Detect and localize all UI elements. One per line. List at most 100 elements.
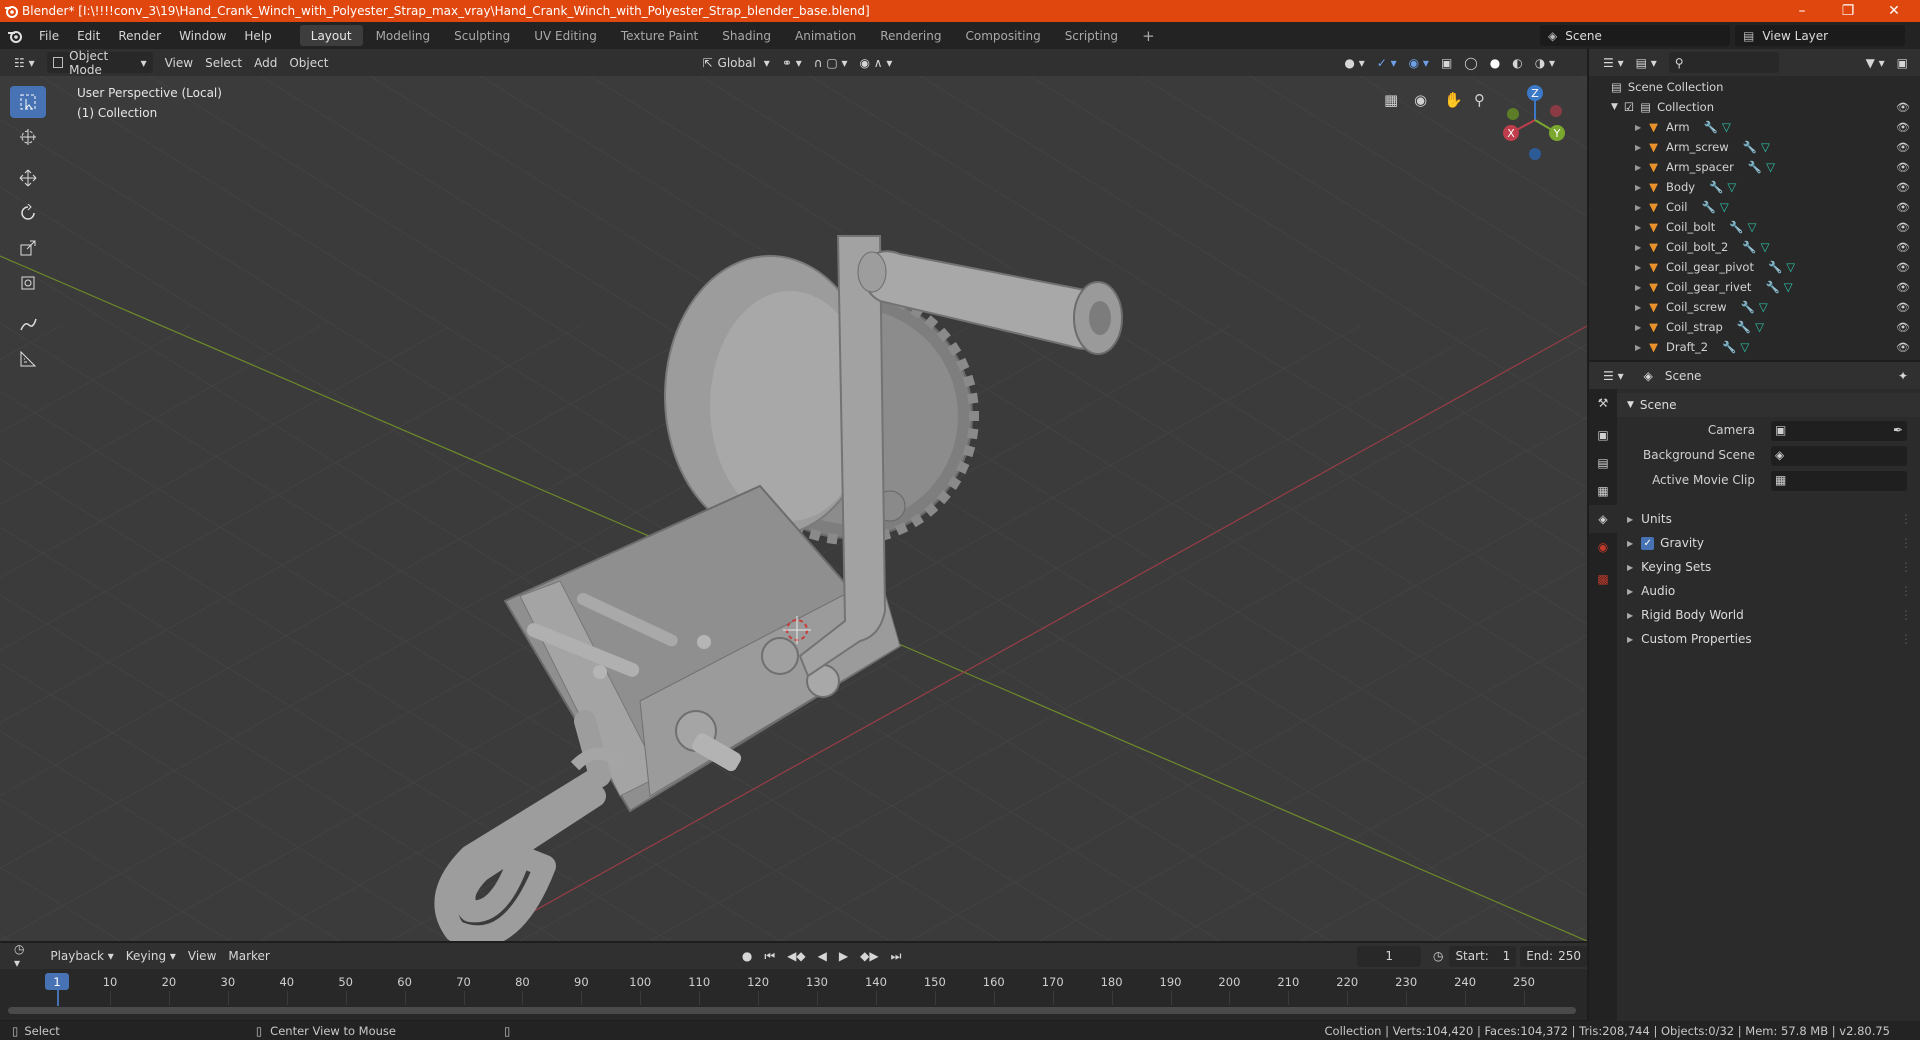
tab-scripting[interactable]: Scripting xyxy=(1054,25,1129,46)
menu-render[interactable]: Render xyxy=(109,22,170,49)
record-icon[interactable]: ● xyxy=(736,946,758,967)
menu-timeline-view[interactable]: View xyxy=(182,946,222,967)
expand-arrow-icon[interactable]: ▶ xyxy=(1635,243,1641,252)
outliner-item[interactable]: ▶ ▼ Body 🔧 ▽ 👁 xyxy=(1589,177,1920,197)
mesh-data-icon[interactable]: ▽ xyxy=(1761,240,1770,254)
tab-sculpting[interactable]: Sculpting xyxy=(443,25,521,46)
outliner-item[interactable]: ▶ ▼ Coil_gear_pivot 🔧 ▽ 👁 xyxy=(1589,257,1920,277)
mesh-data-icon[interactable]: ▽ xyxy=(1786,260,1795,274)
expand-arrow-icon[interactable]: ▶ xyxy=(1627,563,1633,572)
plus-icon[interactable]: + xyxy=(1131,25,1166,46)
object-mode-dropdown[interactable]: Object Mode ▾ xyxy=(46,49,153,77)
outliner-item[interactable]: ▶ ▼ Coil_gear_rivet 🔧 ▽ 👁 xyxy=(1589,277,1920,297)
subpanel-keying-sets[interactable]: ▶ Keying Sets ⋮ xyxy=(1617,555,1920,579)
mesh-data-icon[interactable]: ▽ xyxy=(1748,220,1757,234)
eye-icon[interactable]: 👁 xyxy=(1896,241,1910,254)
subpanel-gravity[interactable]: ▶ ✓ Gravity ⋮ xyxy=(1617,531,1920,555)
expand-arrow-icon[interactable]: ▶ xyxy=(1635,123,1641,132)
texture-tab-icon[interactable]: ▩ xyxy=(1589,565,1617,593)
modifier-wrench-icon[interactable]: 🔧 xyxy=(1704,120,1718,134)
menu-view[interactable]: View xyxy=(159,52,199,73)
measure-icon[interactable] xyxy=(10,343,46,375)
modifier-wrench-icon[interactable]: 🔧 xyxy=(1741,300,1755,314)
mesh-data-icon[interactable]: ▽ xyxy=(1727,180,1736,194)
outliner-item[interactable]: ▶ ▼ Arm_spacer 🔧 ▽ 👁 xyxy=(1589,157,1920,177)
end-frame-field[interactable]: End: 250 xyxy=(1520,945,1587,967)
eye-icon[interactable]: 👁 xyxy=(1896,281,1910,294)
drag-handle-icon[interactable]: ⋮ xyxy=(1900,632,1912,646)
tab-layout[interactable]: Layout xyxy=(299,25,363,46)
subpanel-audio[interactable]: ▶ Audio ⋮ xyxy=(1617,579,1920,603)
modifier-wrench-icon[interactable]: 🔧 xyxy=(1768,260,1782,274)
tool-tab-icon[interactable]: ⚒ xyxy=(1589,389,1617,417)
outliner-item[interactable]: ▶ ▼ Coil_bolt 🔧 ▽ 👁 xyxy=(1589,217,1920,237)
timeline-scrollbar[interactable] xyxy=(8,1007,1576,1014)
menu-select[interactable]: Select xyxy=(199,52,248,73)
expand-arrow-icon[interactable]: ▶ xyxy=(1627,587,1633,596)
timeline-editor-type-icon[interactable]: ◷ ▾ xyxy=(8,942,36,970)
modifier-wrench-icon[interactable]: 🔧 xyxy=(1729,220,1743,234)
render-tab-icon[interactable]: ▣ xyxy=(1589,421,1617,449)
eyedropper-icon[interactable]: ✒ xyxy=(1893,423,1903,437)
mesh-data-icon[interactable]: ▽ xyxy=(1720,200,1729,214)
menu-edit[interactable]: Edit xyxy=(68,22,109,49)
eye-icon[interactable]: 👁 xyxy=(1896,321,1910,334)
mesh-data-icon[interactable]: ▽ xyxy=(1740,340,1749,354)
rotate-icon[interactable] xyxy=(10,197,46,229)
xray-icon[interactable]: ▣ xyxy=(1435,52,1458,73)
restore-icon[interactable]: ❐ xyxy=(1825,0,1871,22)
eye-icon[interactable]: 👁 xyxy=(1896,201,1910,214)
tab-texture-paint[interactable]: Texture Paint xyxy=(610,25,709,46)
background-scene-field[interactable]: ◈ xyxy=(1771,446,1907,466)
eye-icon[interactable]: 👁 xyxy=(1896,141,1910,154)
menu-help[interactable]: Help xyxy=(235,22,280,49)
cursor-icon[interactable] xyxy=(10,121,46,153)
modifier-wrench-icon[interactable]: 🔧 xyxy=(1709,180,1723,194)
3d-viewport[interactable]: ▦ ◉ ✋ ⚲ Z X Y User Perspective (Local) (… xyxy=(0,76,1587,941)
expand-arrow-icon[interactable]: ▶ xyxy=(1627,611,1633,620)
outliner-search-input[interactable]: ⚲ xyxy=(1668,52,1779,73)
close-icon[interactable]: ✕ xyxy=(1871,0,1917,22)
expand-arrow-icon[interactable]: ▼ xyxy=(1611,102,1618,112)
menu-marker[interactable]: Marker xyxy=(222,946,275,967)
output-tab-icon[interactable]: ▤ xyxy=(1589,449,1617,477)
expand-arrow-icon[interactable]: ▶ xyxy=(1635,143,1641,152)
mesh-data-icon[interactable]: ▽ xyxy=(1761,140,1770,154)
view-layer-selector[interactable]: ▤ View Layer xyxy=(1735,25,1905,46)
modifier-wrench-icon[interactable]: 🔧 xyxy=(1748,160,1762,174)
drag-handle-icon[interactable]: ⋮ xyxy=(1900,584,1912,598)
visibility-icon[interactable]: ● ▾ xyxy=(1338,52,1370,73)
gizmo-neg-x-icon[interactable] xyxy=(1550,105,1562,117)
menu-keying[interactable]: Keying ▾ xyxy=(120,946,182,967)
outliner-editor-type-icon[interactable]: ☰ ▾ xyxy=(1597,52,1630,73)
pin-icon[interactable]: ✦ xyxy=(1892,365,1914,386)
drag-handle-icon[interactable]: ⋮ xyxy=(1900,536,1912,550)
checkbox-icon[interactable]: ☑ xyxy=(1624,100,1634,114)
subpanel-rigid-body-world[interactable]: ▶ Rigid Body World ⋮ xyxy=(1617,603,1920,627)
mesh-data-icon[interactable]: ▽ xyxy=(1759,300,1768,314)
menu-add[interactable]: Add xyxy=(248,52,283,73)
outliner-item[interactable]: ▶ ▼ Draft_2 🔧 ▽ 👁 xyxy=(1589,337,1920,357)
annotate-icon[interactable] xyxy=(10,308,46,340)
menu-playback[interactable]: Playback ▾ xyxy=(44,946,119,967)
jump-keyframe-forward-icon[interactable]: ◆▶ xyxy=(854,946,884,967)
tab-shading[interactable]: Shading xyxy=(711,25,782,46)
gravity-checkbox[interactable]: ✓ xyxy=(1641,536,1655,550)
eye-icon[interactable]: 👁 xyxy=(1896,161,1910,174)
jump-keyframe-back-icon[interactable]: ◀◆ xyxy=(781,946,811,967)
tab-compositing[interactable]: Compositing xyxy=(954,25,1051,46)
new-collection-icon[interactable]: ▣ xyxy=(1891,52,1914,73)
expand-arrow-icon[interactable]: ▶ xyxy=(1635,343,1641,352)
pan-hand-icon[interactable]: ✋ xyxy=(1444,91,1463,109)
scene-tab-icon[interactable]: ◈ xyxy=(1589,505,1617,533)
expand-arrow-icon[interactable]: ▼ xyxy=(1627,400,1634,410)
active-movie-clip-field[interactable]: ▦ xyxy=(1771,471,1907,491)
tab-uv-editing[interactable]: UV Editing xyxy=(523,25,608,46)
modifier-wrench-icon[interactable]: 🔧 xyxy=(1742,240,1756,254)
eye-icon[interactable]: 👁 xyxy=(1896,121,1910,134)
minimize-icon[interactable]: – xyxy=(1779,0,1825,22)
pivot-icon[interactable]: ⚭ ▾ xyxy=(776,52,808,73)
scene-selector[interactable]: ◈ Scene xyxy=(1540,25,1730,46)
expand-arrow-icon[interactable]: ▶ xyxy=(1635,203,1641,212)
expand-arrow-icon[interactable]: ▶ xyxy=(1627,635,1633,644)
